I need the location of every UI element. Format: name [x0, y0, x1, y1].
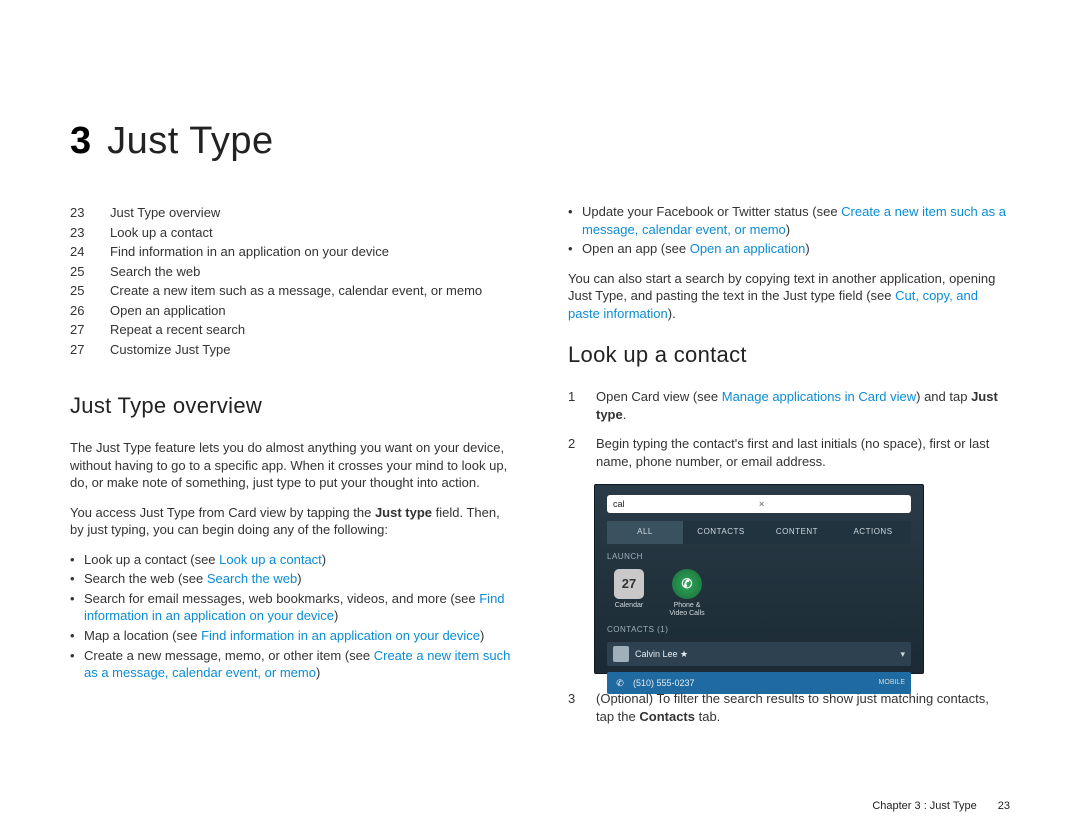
shot-contact-row: Calvin Lee ★ ▾	[607, 642, 911, 666]
shot-tab-content: CONTENT	[759, 521, 835, 544]
avatar-icon	[613, 646, 629, 662]
left-column: 23Just Type overview 23Look up a contact…	[70, 203, 512, 739]
call-icon: ✆	[613, 676, 627, 690]
overview-paragraph-2: You access Just Type from Card view by t…	[70, 504, 512, 539]
right-column: Update your Facebook or Twitter status (…	[568, 203, 1010, 739]
shot-section-launch: LAUNCH	[607, 552, 911, 563]
toc-row[interactable]: 25Create a new item such as a message, c…	[70, 281, 512, 301]
step-2: 2 Begin typing the contact's first and l…	[568, 435, 1010, 470]
shot-tab-actions: ACTIONS	[835, 521, 911, 544]
link-manage-apps[interactable]: Manage applications in Card view	[722, 389, 916, 404]
bullet-search-web: Search the web (see Search the web)	[70, 570, 512, 588]
close-icon: ×	[759, 498, 905, 510]
footer-page-number: 23	[998, 800, 1010, 812]
phone-icon: ✆	[672, 569, 702, 599]
link-look-up-contact[interactable]: Look up a contact	[219, 552, 322, 567]
toc-row[interactable]: 27Customize Just Type	[70, 340, 512, 360]
overview-bullets-cont: Update your Facebook or Twitter status (…	[568, 203, 1010, 258]
toc-row[interactable]: 23Look up a contact	[70, 223, 512, 243]
device-screenshot: cal × ALL CONTACTS CONTENT ACTIONS LAUNC…	[594, 484, 924, 674]
shot-icon-calendar: 27 Calendar	[607, 569, 651, 617]
step-3: 3 (Optional) To filter the search result…	[568, 690, 1010, 725]
bullet-update-status: Update your Facebook or Twitter status (…	[568, 203, 1010, 238]
lookup-steps-cont: 3 (Optional) To filter the search result…	[568, 690, 1010, 725]
bullet-map-location: Map a location (see Find information in …	[70, 627, 512, 645]
toc-row[interactable]: 23Just Type overview	[70, 203, 512, 223]
section-heading-overview: Just Type overview	[70, 391, 512, 421]
toc-row[interactable]: 26Open an application	[70, 301, 512, 321]
page-footer: Chapter 3 : Just Type 23	[872, 800, 1010, 812]
footer-label: Chapter 3 : Just Type	[872, 800, 976, 812]
bullet-lookup-contact: Look up a contact (see Look up a contact…	[70, 551, 512, 569]
overview-bullets: Look up a contact (see Look up a contact…	[70, 551, 512, 682]
shot-search-field: cal ×	[607, 495, 911, 513]
lookup-steps: 1 Open Card view (see Manage application…	[568, 388, 1010, 470]
shot-search-text: cal	[613, 498, 759, 510]
bullet-open-app: Open an app (see Open an application)	[568, 240, 1010, 258]
link-find-info-2[interactable]: Find information in an application on yo…	[201, 628, 480, 643]
overview-paragraph-3: You can also start a search by copying t…	[568, 270, 1010, 323]
shot-tab-contacts: CONTACTS	[683, 521, 759, 544]
chapter-heading: 3 Just Type	[70, 120, 1010, 163]
step-1: 1 Open Card view (see Manage application…	[568, 388, 1010, 423]
chapter-number: 3	[70, 120, 91, 163]
shot-tabs: ALL CONTACTS CONTENT ACTIONS	[607, 521, 911, 544]
bullet-create-item: Create a new message, memo, or other ite…	[70, 647, 512, 682]
table-of-contents: 23Just Type overview 23Look up a contact…	[70, 203, 512, 359]
toc-row[interactable]: 27Repeat a recent search	[70, 320, 512, 340]
toc-row[interactable]: 24Find information in an application on …	[70, 242, 512, 262]
calendar-icon: 27	[614, 569, 644, 599]
toc-row[interactable]: 25Search the web	[70, 262, 512, 282]
link-search-web[interactable]: Search the web	[207, 571, 297, 586]
shot-section-contacts: CONTACTS (1)	[607, 625, 911, 636]
section-heading-lookup: Look up a contact	[568, 340, 1010, 370]
bullet-search-email: Search for email messages, web bookmarks…	[70, 590, 512, 625]
chevron-down-icon: ▾	[900, 648, 905, 660]
chapter-title-text: Just Type	[107, 120, 273, 163]
overview-paragraph-1: The Just Type feature lets you do almost…	[70, 439, 512, 492]
shot-tab-all: ALL	[607, 521, 683, 544]
shot-icon-phone: ✆ Phone & Video Calls	[665, 569, 709, 617]
link-open-app[interactable]: Open an application	[690, 241, 806, 256]
